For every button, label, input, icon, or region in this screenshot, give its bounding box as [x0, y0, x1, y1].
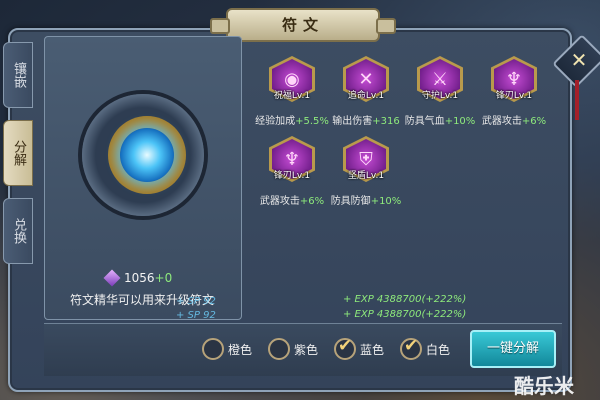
- filter-label: 蓝色: [360, 342, 385, 357]
- rune-attribute: 武器攻击+6%: [466, 112, 562, 127]
- side-tabs: 镶嵌 分解 兑换: [3, 42, 33, 276]
- one-click-decompose-button[interactable]: 一键分解: [470, 330, 556, 368]
- exp-gain-text: + EXP 4388700(+222%): [343, 309, 467, 320]
- checkbox-icon: [268, 338, 290, 360]
- checkmark-icon: [400, 336, 422, 360]
- rune-slot[interactable]: ◉ 祝福Lv.1: [262, 56, 322, 102]
- rune-slot[interactable]: ♆ 锋刃Lv.1: [484, 56, 544, 102]
- rune-attribute: 防具防御+10%: [318, 192, 414, 207]
- checkbox-icon: [202, 338, 224, 360]
- sp-float-text: + SP 92: [176, 296, 216, 307]
- filter-label: 橙色: [228, 342, 253, 357]
- watermark-logo: 酷乐米: [514, 374, 574, 398]
- filter-white[interactable]: 白色: [400, 336, 451, 360]
- rune-slot[interactable]: ⛨ 坚盾Lv.1: [336, 136, 396, 182]
- rune-attr-label: 经验加成: [255, 116, 296, 127]
- essence-delta: +0: [154, 271, 173, 285]
- essence-counter: 1056 +0: [103, 269, 173, 287]
- rune-attr-label: 输出伤害: [332, 116, 373, 127]
- rune-name: 追命Lv.1: [347, 91, 385, 101]
- filter-blue[interactable]: 蓝色: [334, 336, 385, 360]
- rune-attr-value: +6%: [521, 116, 547, 127]
- rune-slot[interactable]: ♆ 锋刃Lv.1: [262, 136, 322, 182]
- filter-purple[interactable]: 紫色: [268, 338, 318, 360]
- filter-orange[interactable]: 橙色: [202, 338, 252, 360]
- rune-attr-label: 防具防御: [330, 196, 371, 207]
- tab-decompose[interactable]: 分解: [3, 120, 33, 186]
- rune-orb-icon: [120, 128, 174, 182]
- rune-name: 锋刃Lv.1: [273, 171, 311, 181]
- rune-name: 坚盾Lv.1: [347, 171, 385, 181]
- panel-title: 符文: [210, 8, 396, 42]
- rune-attr-value: +10%: [370, 196, 402, 207]
- rune-name: 锋刃Lv.1: [495, 91, 533, 101]
- exp-gain-text: + EXP 4388700(+222%): [343, 294, 467, 305]
- rune-slot[interactable]: ✕ 追命Lv.1: [336, 56, 396, 102]
- rune-name: 守护Lv.1: [421, 91, 459, 101]
- rune-attr-label: 武器攻击: [259, 196, 300, 207]
- tab-inlay[interactable]: 镶嵌: [3, 42, 33, 108]
- rune-slot[interactable]: ⚔ 守护Lv.1: [410, 56, 470, 102]
- checkmark-icon: [334, 336, 356, 360]
- rune-attr-label: 武器攻击: [481, 116, 522, 127]
- tab-exchange[interactable]: 兑换: [3, 198, 33, 264]
- tassel-decoration: [575, 80, 579, 120]
- rune-attr-label: 防具气血: [404, 116, 445, 127]
- essence-gem-icon: [103, 269, 121, 287]
- essence-value: 1056: [124, 271, 155, 285]
- filter-label: 紫色: [294, 342, 319, 357]
- rune-name: 祝福Lv.1: [273, 91, 311, 101]
- filter-label: 白色: [426, 342, 451, 357]
- sp-float-text: + SP 92: [176, 310, 216, 321]
- close-icon: ✕: [570, 48, 588, 72]
